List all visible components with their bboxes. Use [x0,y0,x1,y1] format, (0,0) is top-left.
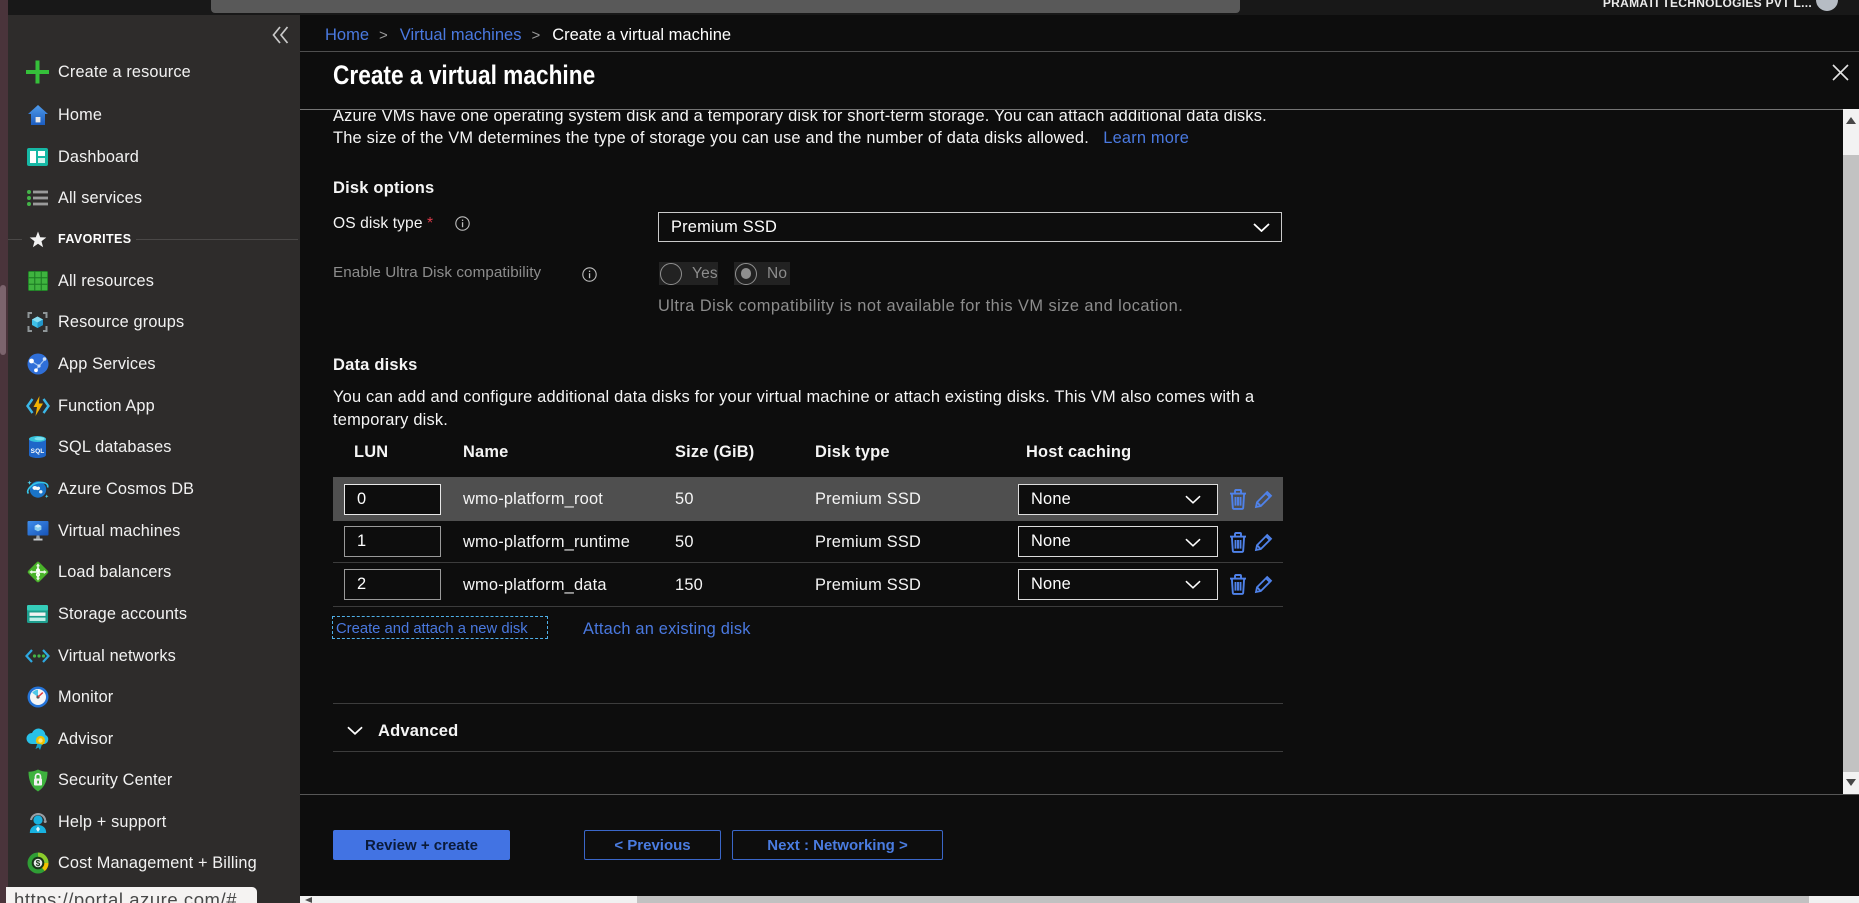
svg-text:SQL: SQL [31,448,45,455]
svg-text:$: $ [35,859,40,868]
